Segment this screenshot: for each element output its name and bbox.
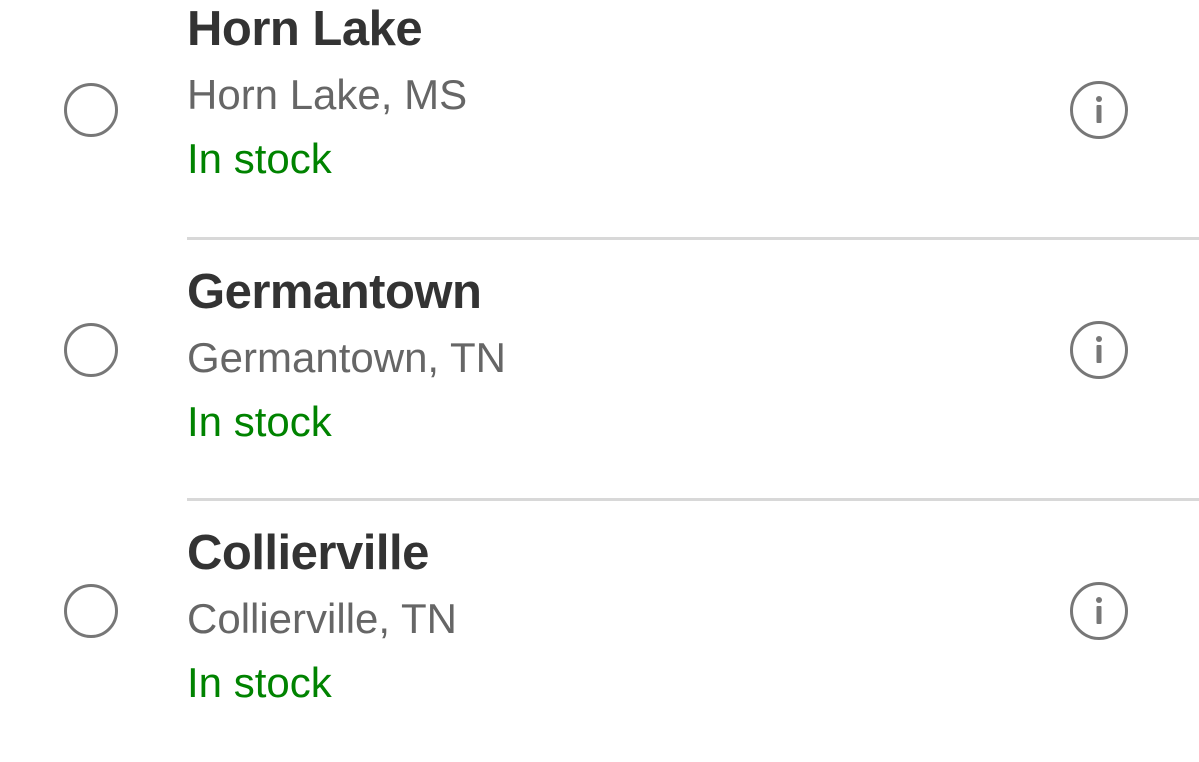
stock-status: In stock	[187, 398, 332, 445]
stock-status: In stock	[187, 659, 332, 706]
store-text: Horn Lake Horn Lake, MS In stock	[187, 0, 467, 187]
store-text: Germantown Germantown, TN In stock	[187, 242, 506, 450]
store-address: Horn Lake, MS	[187, 71, 468, 118]
radio-unselected-icon[interactable]	[64, 323, 118, 377]
store-item-collierville[interactable]: Collierville Collierville, TN In stock	[0, 501, 1199, 762]
store-item-horn-lake[interactable]: Horn Lake Horn Lake, MS In stock	[0, 0, 1199, 240]
info-icon[interactable]	[1070, 582, 1128, 640]
info-icon[interactable]	[1070, 81, 1128, 139]
store-name: Horn Lake	[187, 2, 423, 56]
store-name: Collierville	[187, 526, 429, 580]
stock-status: In stock	[187, 135, 332, 182]
radio-unselected-icon[interactable]	[64, 584, 118, 638]
radio-unselected-icon[interactable]	[64, 83, 118, 137]
store-address: Germantown, TN	[187, 334, 506, 381]
store-item-germantown[interactable]: Germantown Germantown, TN In stock	[0, 240, 1199, 501]
info-icon[interactable]	[1070, 321, 1128, 379]
store-address: Collierville, TN	[187, 595, 457, 642]
store-text: Collierville Collierville, TN In stock	[187, 503, 457, 711]
store-list: Horn Lake Horn Lake, MS In stock Germant…	[0, 0, 1199, 762]
store-name: Germantown	[187, 265, 482, 319]
